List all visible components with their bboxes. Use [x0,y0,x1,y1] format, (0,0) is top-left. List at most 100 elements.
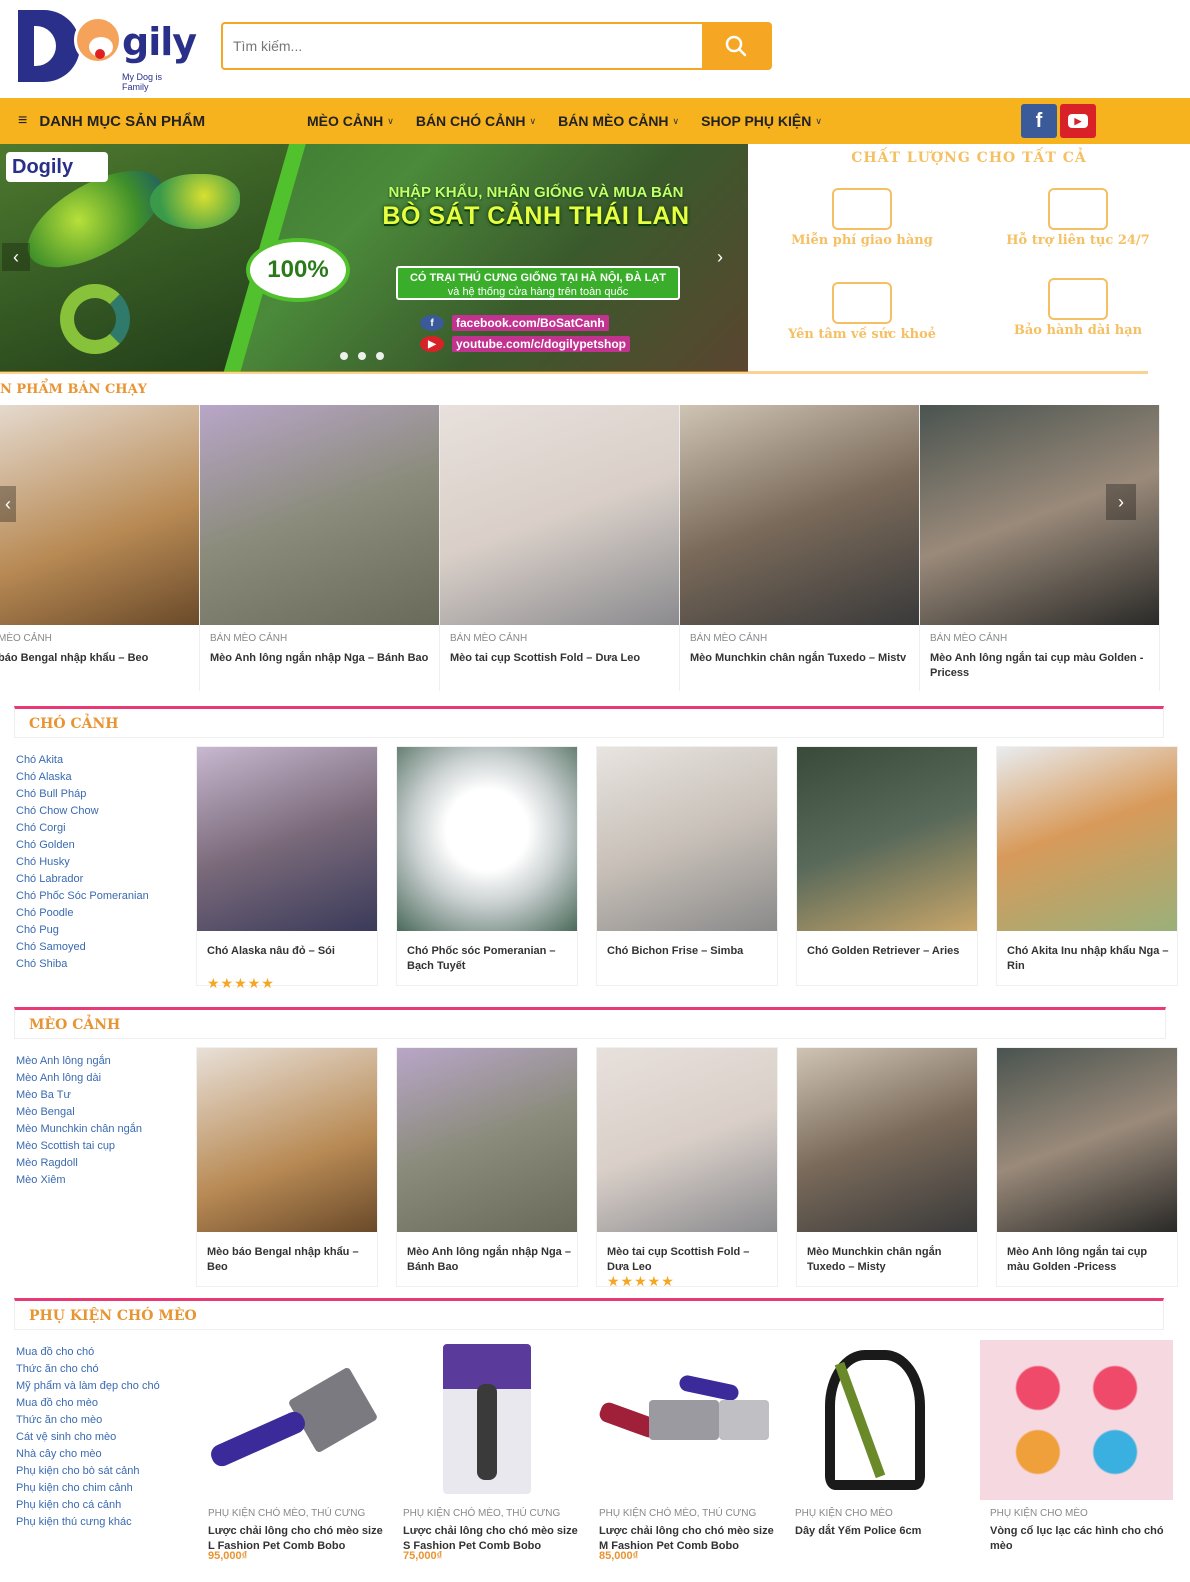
sidebar-link[interactable]: Mèo Ragdoll [16,1155,142,1172]
sidebar-link[interactable]: Chó Phốc Sóc Pomeranian [16,888,149,905]
product-card[interactable]: BÁN MÈO CẢNH Mèo Anh lông ngắn nhập Nga … [200,405,440,691]
banner-facebook-link[interactable]: f facebook.com/BoSatCanh [420,314,660,332]
product-image [440,405,679,625]
sidebar-link[interactable]: Chó Golden [16,837,149,854]
category-menu-toggle[interactable]: ≡ DANH MỤC SẢN PHẨM [18,98,205,144]
sidebar-link[interactable]: Mỹ phẩm và làm đẹp cho chó [16,1378,160,1395]
product-card[interactable]: Chó Akita Inu nhập khẩu Nga – Rin [996,746,1178,986]
youtube-button[interactable]: ▶ [1060,104,1096,138]
sidebar-link[interactable]: Chó Pug [16,922,149,939]
sidebar-link[interactable]: Mua đồ cho chó [16,1344,160,1361]
support-agent-icon [1048,188,1108,230]
nav-item-label: SHOP PHỤ KIỆN [701,113,812,129]
product-card[interactable]: Mèo Anh lông ngắn tai cụp màu Golden -Pr… [996,1047,1178,1287]
product-card[interactable]: Mèo Munchkin chân ngắn Tuxedo – Misty [796,1047,978,1287]
product-card[interactable]: PHỤ KIỆN CHÓ MÈO, THÚ CƯNG Lược chải lôn… [393,1340,586,1582]
slider-dot[interactable] [340,352,348,360]
product-card[interactable]: Mèo tai cụp Scottish Fold – Dưa Leo ★★★★… [596,1047,778,1289]
sidebar-link[interactable]: Phụ kiện cho cá cảnh [16,1497,160,1514]
product-name: Chó Phốc sóc Pomeranian – Bạch Tuyết [407,945,556,972]
chevron-left-icon: ‹ [5,493,11,514]
logo-tagline: My Dog is Family [122,72,163,92]
sidebar-link[interactable]: Thức ăn cho chó [16,1361,160,1378]
sidebar-link[interactable]: Mèo Anh lông ngắn [16,1053,142,1070]
sidebar-link[interactable]: Chó Samoyed [16,939,149,956]
banner-youtube-link[interactable]: ▶ youtube.com/c/dogilypetshop [420,335,660,353]
product-price: 75,000₫ [403,1550,443,1562]
sidebar-link[interactable]: Phụ kiện cho bò sát cảnh [16,1463,160,1480]
sidebar-link[interactable]: Chó Corgi [16,820,149,837]
banner-facebook-text: facebook.com/BoSatCanh [452,315,609,331]
product-card[interactable]: BÁN MÈO CẢNH Mèo tai cụp Scottish Fold –… [440,405,680,691]
product-card[interactable]: PHỤ KIỆN CHÓ MÈO, THÚ CƯNG Lược chải lôn… [198,1340,391,1582]
product-image [589,1340,782,1500]
slider-dot[interactable] [376,352,384,360]
sidebar-link[interactable]: Chó Labrador [16,871,149,888]
product-card[interactable]: Mèo Anh lông ngắn nhập Nga – Bánh Bao [396,1047,578,1287]
product-card[interactable]: Mèo báo Bengal nhập khẩu – Beo [196,1047,378,1287]
search-button[interactable] [702,24,770,68]
sidebar-link[interactable]: Chó Akita [16,752,149,769]
logo-letter-d [18,10,80,82]
feature-label: Miễn phí giao hàng [791,233,933,248]
sidebar-link[interactable]: Phụ kiện cho chim cảnh [16,1480,160,1497]
sidebar-link[interactable]: Mèo Munchkin chân ngắn [16,1121,142,1138]
product-name: Mèo Anh lông ngắn nhập Nga – Bánh Bao [407,1246,571,1273]
banner-youtube-text: youtube.com/c/dogilypetshop [452,336,631,352]
product-card[interactable]: MÈO CẢNH báo Bengal nhập khẩu – Beo [0,405,200,691]
star-rating: ★★★★★ [607,1273,675,1289]
product-card[interactable]: PHỤ KIỆN CHÓ MÈO, THÚ CƯNG Lược chải lôn… [589,1340,782,1582]
chevron-right-icon: › [1118,491,1124,512]
facebook-button[interactable]: f [1021,104,1057,138]
product-image [680,405,919,625]
product-card[interactable]: Chó Phốc sóc Pomeranian – Bạch Tuyết [396,746,578,986]
carousel-next-button[interactable]: › [1106,484,1136,520]
search-input[interactable] [223,24,703,68]
sidebar-link[interactable]: Chó Shiba [16,956,149,973]
sidebar-link[interactable]: Chó Husky [16,854,149,871]
comb-silver-image [719,1400,769,1440]
sidebar-link[interactable]: Mèo Xiêm [16,1172,142,1189]
sidebar-link[interactable]: Chó Chow Chow [16,803,149,820]
nav-item-meo-canh[interactable]: MÈO CẢNH ∨ [307,113,394,129]
product-category: PHỤ KIỆN CHÓ MÈO, THÚ CƯNG [208,1508,366,1519]
nav-item-ban-meo-canh[interactable]: BÁN MÈO CẢNH ∨ [558,113,679,129]
product-card[interactable]: BÁN MÈO CẢNH Mèo Munchkin chân ngắn Tuxe… [680,405,920,691]
product-category: BÁN MÈO CẢNH [450,633,528,644]
sidebar-link[interactable]: Thức ăn cho mèo [16,1412,160,1429]
product-name: Mèo Munchkin chân ngắn Tuxedo – Misty [807,1246,942,1273]
product-name: Chó Bichon Frise – Simba [607,945,744,957]
comb-blue-image [677,1373,741,1403]
sidebar-link[interactable]: Nhà cây cho mèo [16,1446,160,1463]
sidebar-link[interactable]: Mua đồ cho mèo [16,1395,160,1412]
sidebar-link[interactable]: Chó Poodle [16,905,149,922]
product-name: Chó Akita Inu nhập khẩu Nga – Rin [1007,945,1169,972]
slider-next-button[interactable]: › [706,243,734,271]
product-card[interactable]: Chó Alaska nâu đỏ – Sói ★★★★★ [196,746,378,991]
product-card[interactable]: Chó Bichon Frise – Simba [596,746,778,986]
sidebar-link[interactable]: Mèo Anh lông dài [16,1070,142,1087]
product-card[interactable]: BÁN MÈO CẢNH Mèo Anh lông ngắn tai cụp m… [920,405,1160,691]
sidebar-link[interactable]: Mèo Ba Tư [16,1087,142,1104]
section-divider [0,371,1148,374]
sidebar-link[interactable]: Mèo Scottish tai cụp [16,1138,142,1155]
sidebar-link[interactable]: Phụ kiện thú cưng khác [16,1514,160,1531]
product-card[interactable]: PHỤ KIỆN CHO MÈO Dây dắt Yếm Police 6cm [785,1340,978,1582]
banner-line-1: NHẬP KHẨU, NHÂN GIỐNG VÀ MUA BÁN [388,184,684,201]
product-name: Dây dắt Yếm Police 6cm [795,1525,922,1537]
sidebar-link[interactable]: Cát vệ sinh cho mèo [16,1429,160,1446]
search-icon [725,35,747,57]
nav-item-shop-phu-kien[interactable]: SHOP PHỤ KIỆN ∨ [701,113,822,129]
product-card[interactable]: Chó Golden Retriever – Aries [796,746,978,986]
nav-item-ban-cho-canh[interactable]: BÁN CHÓ CẢNH ∨ [416,113,536,129]
sidebar-link[interactable]: Mèo Bengal [16,1104,142,1121]
product-image [797,747,977,931]
slider-dot[interactable] [358,352,366,360]
site-logo[interactable]: gily My Dog is Family [18,8,197,92]
section-header-dogs: CHÓ CẢNH [14,706,1164,738]
sidebar-link[interactable]: Chó Alaska [16,769,149,786]
product-card[interactable]: PHỤ KIỆN CHO MÈO Vòng cổ lục lạc các hìn… [980,1340,1173,1582]
sidebar-link[interactable]: Chó Bull Pháp [16,786,149,803]
carousel-prev-button[interactable]: ‹ [0,486,16,522]
slider-prev-button[interactable]: ‹ [2,243,30,271]
